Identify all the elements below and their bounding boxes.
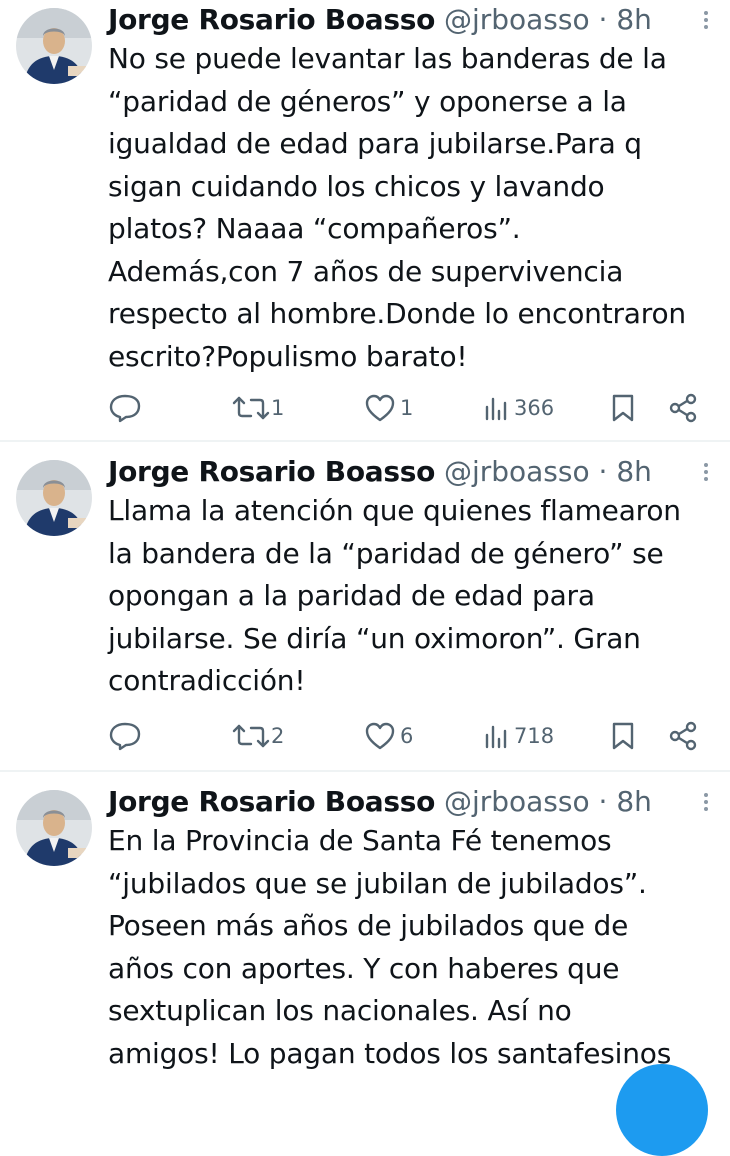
share-button[interactable] [668,388,698,428]
views-icon [485,397,507,421]
tweet-text: Llama la atención que quienes flamearon … [108,494,681,697]
bookmark-icon [612,394,634,422]
avatar-image [16,460,92,536]
more-icon[interactable] [700,790,712,818]
author-name[interactable]: Jorge Rosario Boasso [108,3,435,36]
avatar[interactable] [16,8,92,84]
repost-icon [232,724,270,748]
tweet-header: Jorge Rosario Boasso @jrboasso · 8h [108,782,652,822]
bookmark-button[interactable] [610,388,636,428]
bookmark-icon [612,722,634,750]
author-handle[interactable]: @jrboasso [444,455,590,488]
views-count: 718 [514,724,555,748]
like-icon [365,722,395,750]
like-count: 6 [400,724,414,748]
avatar[interactable] [16,460,92,536]
more-icon[interactable] [700,8,712,36]
share-icon [669,393,697,423]
compose-fab[interactable] [616,1064,708,1156]
more-icon[interactable] [700,460,712,488]
tweet-text: No se puede levantar las banderas de la … [108,42,686,373]
bookmark-button[interactable] [610,716,636,756]
reply-icon [109,722,141,751]
avatar-image [16,8,92,84]
views-button[interactable]: 718 [484,716,554,756]
tweet[interactable]: Jorge Rosario Boasso @jrboasso · 8h No s… [0,0,730,440]
like-button[interactable]: 6 [364,716,413,756]
like-button[interactable]: 1 [364,388,413,428]
author-name[interactable]: Jorge Rosario Boasso [108,785,435,818]
separator: · [598,785,608,818]
like-count: 1 [400,396,414,420]
divider [0,440,730,442]
repost-count: 1 [271,396,285,420]
repost-button[interactable]: 1 [231,388,284,428]
tweet[interactable]: Jorge Rosario Boasso @jrboasso · 8h En l… [0,782,730,1085]
action-bar: 2 6 718 [108,716,708,756]
repost-icon [232,396,270,420]
avatar-image [16,790,92,866]
repost-button[interactable]: 2 [231,716,284,756]
timestamp[interactable]: 8h [616,3,652,36]
repost-count: 2 [271,724,285,748]
tweet-header: Jorge Rosario Boasso @jrboasso · 8h [108,0,652,40]
action-bar: 1 1 366 [108,388,708,428]
author-name[interactable]: Jorge Rosario Boasso [108,455,435,488]
like-icon [365,394,395,422]
author-handle[interactable]: @jrboasso [444,3,590,36]
reply-button[interactable] [108,716,142,756]
views-button[interactable]: 366 [484,388,554,428]
timestamp[interactable]: 8h [616,785,652,818]
separator: · [598,455,608,488]
tweet-text: En la Provincia de Santa Fé tenemos “jub… [108,824,672,1070]
views-count: 366 [514,396,555,420]
share-button[interactable] [668,716,698,756]
share-icon [669,721,697,751]
views-icon [485,725,507,749]
divider [0,770,730,772]
tweet-header: Jorge Rosario Boasso @jrboasso · 8h [108,452,652,492]
reply-icon [109,394,141,423]
separator: · [598,3,608,36]
timestamp[interactable]: 8h [616,455,652,488]
avatar[interactable] [16,790,92,866]
tweet[interactable]: Jorge Rosario Boasso @jrboasso · 8h Llam… [0,452,730,770]
reply-button[interactable] [108,388,142,428]
author-handle[interactable]: @jrboasso [444,785,590,818]
